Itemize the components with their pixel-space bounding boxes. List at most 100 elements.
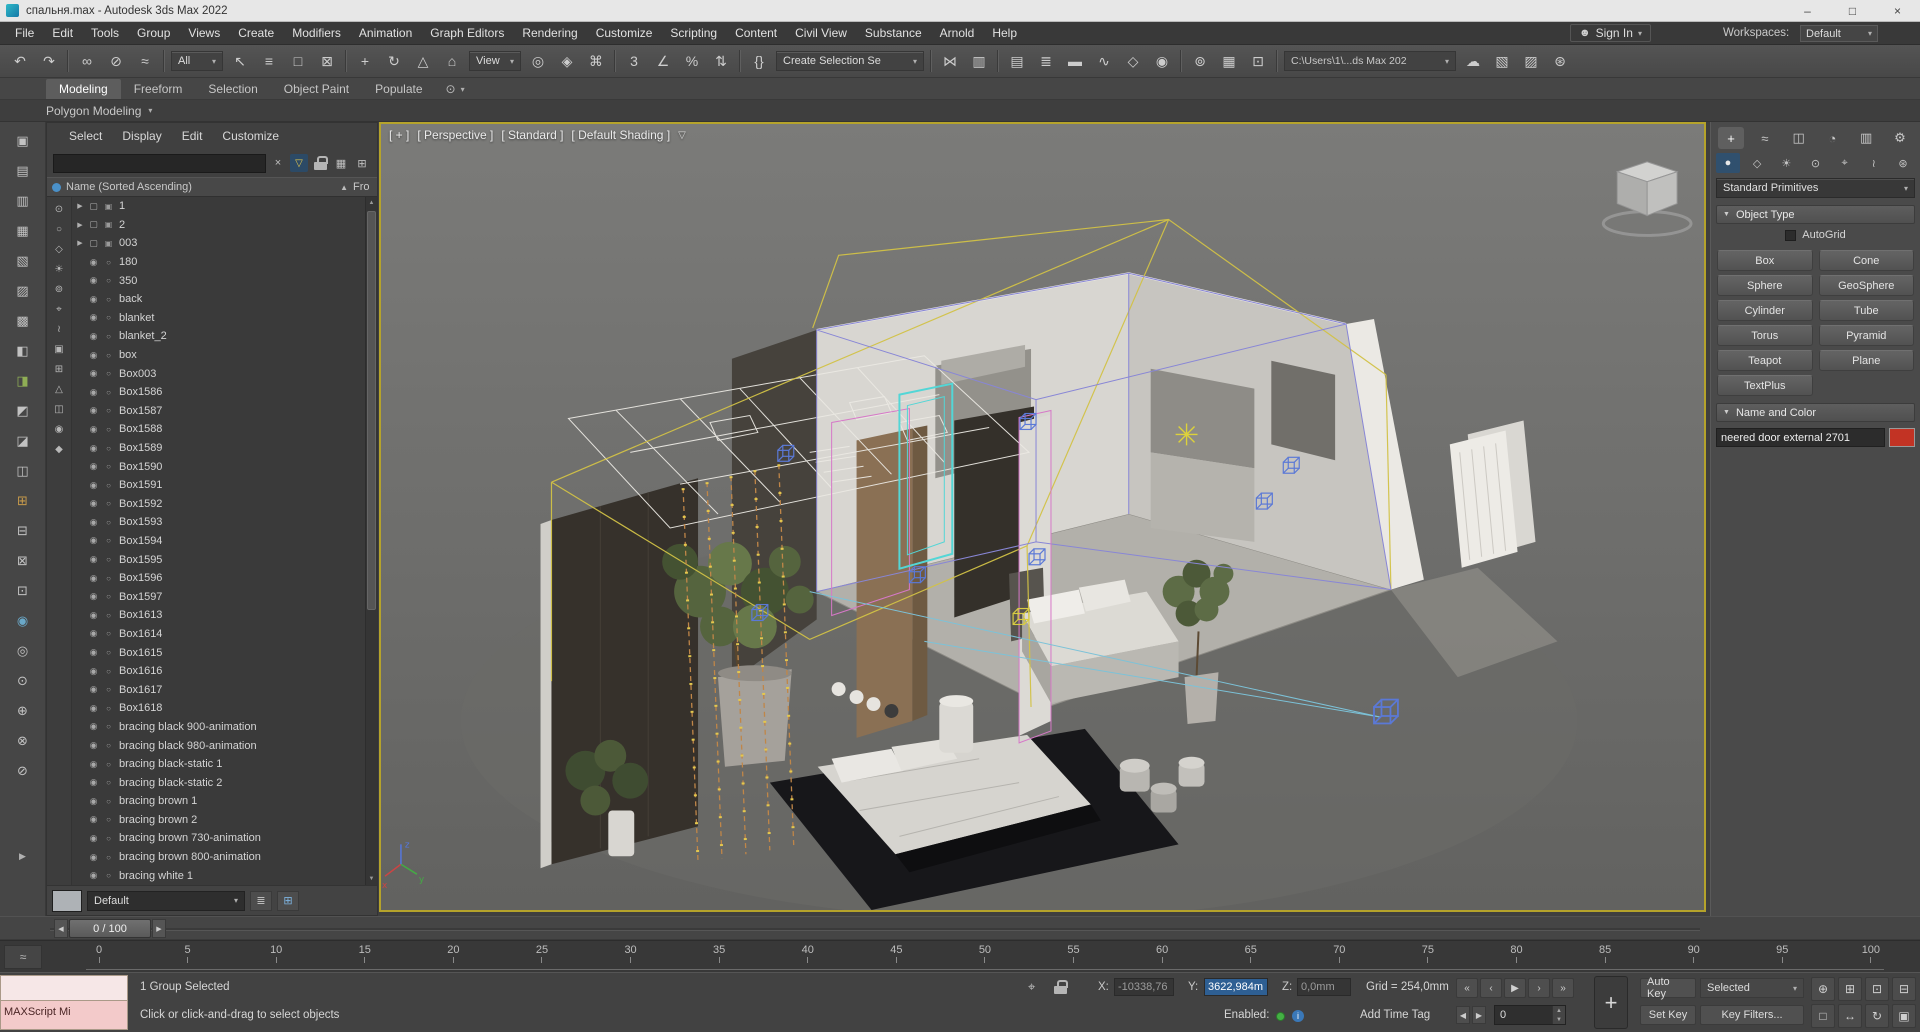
scroll-up-icon[interactable]: ▲ [366,197,377,209]
scene-object-row[interactable]: ◉○back [72,290,365,309]
dock-tool-icon-5[interactable]: ▧ [12,250,34,272]
isolate-selection-icon[interactable]: ⌖ [1028,979,1035,995]
visibility-eye-icon[interactable]: ◉ [87,870,100,881]
dock-tool-icon-16[interactable]: ⊡ [12,580,34,602]
scene-object-row[interactable]: ◉○Box1588 [72,420,365,439]
name-and-color-rollout[interactable]: ▼ Name and Color [1716,403,1915,422]
select-by-name-icon[interactable]: ≡ [255,48,283,74]
visibility-eye-icon[interactable]: ◉ [87,312,100,323]
select-and-move-icon[interactable]: + [351,48,379,74]
orbit-icon[interactable]: ↻ [1865,1004,1889,1028]
filter-containers-icon[interactable]: ◫ [51,401,68,417]
z-coordinate-field[interactable]: 0,0mm [1297,978,1351,996]
menu-tools[interactable]: Tools [82,23,128,43]
scene-object-row[interactable]: ◉○bracing brown 1 [72,792,365,811]
layer-color-swatch[interactable] [52,890,82,912]
menu-content[interactable]: Content [726,23,786,43]
visibility-eye-icon[interactable]: ◉ [87,703,100,714]
visibility-eye-icon[interactable]: ◉ [87,275,100,286]
explorer-menu-customize[interactable]: Customize [212,126,289,146]
add-time-tag[interactable]: Add Time Tag [1360,1009,1430,1021]
dock-tool-icon-20[interactable]: ⊕ [12,700,34,722]
scrollbar-thumb[interactable] [367,211,376,610]
dock-tool-icon-4[interactable]: ▦ [12,220,34,242]
scene-object-row[interactable]: ◉○blanket_2 [72,327,365,346]
modify-tab-icon[interactable]: ≈ [1752,127,1778,149]
ribbon-config-icon[interactable]: ⊙ [446,82,456,96]
filter-materials-icon[interactable]: ◉ [51,421,68,437]
render-production-icon[interactable]: ⊡ [1244,48,1272,74]
sphere-primitive-button[interactable]: Sphere [1717,275,1813,296]
visibility-eye-icon[interactable]: ◉ [87,610,100,621]
dock-tool-icon-19[interactable]: ⊙ [12,670,34,692]
auto-key-button[interactable]: Auto Key [1640,978,1696,998]
unlink-selection-icon[interactable]: ⊘ [102,48,130,74]
visibility-eye-icon[interactable]: ◉ [87,647,100,658]
filter-all-icon[interactable]: ⊙ [51,201,68,217]
arnold-render-icon[interactable]: ⊛ [1546,48,1574,74]
scene-object-row[interactable]: ◉○Box1590 [72,457,365,476]
set-keys-button[interactable]: + [1594,976,1628,1029]
align-icon[interactable]: ▥ [965,48,993,74]
cloud-render-icon[interactable]: ☁ [1459,48,1487,74]
keyboard-override-icon[interactable]: ⌘ [582,48,610,74]
tube-primitive-button[interactable]: Tube [1819,300,1915,321]
scene-object-row[interactable]: ◉○blanket [72,309,365,328]
menu-create[interactable]: Create [229,23,283,43]
menu-edit[interactable]: Edit [43,23,82,43]
filter-funnel-icon[interactable]: ▽ [290,154,308,172]
menu-file[interactable]: File [6,23,43,43]
scene-object-row[interactable]: ◉○bracing brown 730-animation [72,829,365,848]
group-icon[interactable]: ▢ [87,238,100,249]
column-filter-icon[interactable] [52,183,61,192]
close-button[interactable]: × [1875,0,1920,22]
filter-cameras-icon[interactable]: ⊚ [51,281,68,297]
filter-geometry-icon[interactable]: ○ [51,221,68,237]
sign-in-button[interactable]: ☻ Sign In ▾ [1570,24,1651,42]
menu-help[interactable]: Help [983,23,1026,43]
scene-object-row[interactable]: ◉○bracing black 980-animation [72,736,365,755]
box-primitive-button[interactable]: Box [1717,250,1813,271]
x-coordinate-field[interactable]: -10338,76 [1114,978,1174,996]
tab-modeling[interactable]: Modeling [46,79,121,99]
scene-object-row[interactable]: ◉○Box1596 [72,569,365,588]
visibility-eye-icon[interactable]: ◉ [87,443,100,454]
key-filters-button[interactable]: Key Filters... [1700,1005,1804,1025]
angle-snap-icon[interactable]: ∠ [649,48,677,74]
project-folder-field[interactable]: C:\Users\1\...ds Max 202▾ [1284,51,1456,71]
select-object-icon[interactable]: ↖ [226,48,254,74]
scene-object-row[interactable]: ◉○Box003 [72,364,365,383]
scene-object-row[interactable]: ◉○Box1614 [72,625,365,644]
ribbon-toggle-icon[interactable]: ▬ [1061,48,1089,74]
shapes-category-icon[interactable]: ◇ [1745,153,1769,173]
filter-xrefs-icon[interactable]: ⊞ [51,361,68,377]
play-button[interactable]: ▶ [1504,978,1526,998]
scene-object-row[interactable]: ▶▢▣1 [72,197,365,216]
maximize-button[interactable]: □ [1830,0,1875,22]
window-crossing-icon[interactable]: ⊠ [313,48,341,74]
visibility-eye-icon[interactable]: ◉ [87,852,100,863]
previous-frame-button[interactable]: ‹ [1480,978,1502,998]
dock-flyout-arrow-icon[interactable]: ▶ [19,851,26,862]
visibility-eye-icon[interactable]: ◉ [87,294,100,305]
dock-tool-icon-18[interactable]: ◎ [12,640,34,662]
selection-set-dropdown[interactable]: Selected ▾ [1700,978,1804,998]
visibility-eye-icon[interactable]: ◉ [87,684,100,695]
bind-to-space-warp-icon[interactable]: ≈ [131,48,159,74]
scene-object-row[interactable]: ◉○Box1589 [72,439,365,458]
key-step-forward-button[interactable]: ▶ [1472,1006,1486,1024]
clear-search-icon[interactable]: × [269,154,287,172]
menu-views[interactable]: Views [179,23,229,43]
zoom-extents-icon[interactable]: ⊡ [1865,977,1889,1001]
spinner-up-icon[interactable]: ▲ [1553,1006,1565,1015]
object-color-swatch[interactable] [1889,428,1915,447]
viewport-general-menu[interactable]: [ + ] [389,128,409,142]
explorer-column-header[interactable]: Name (Sorted Ascending) ▲ Fro [47,177,377,197]
select-and-manipulate-icon[interactable]: ◈ [553,48,581,74]
visibility-eye-icon[interactable]: ◉ [87,740,100,751]
visibility-eye-icon[interactable]: ◉ [87,554,100,565]
filter-selection-icon[interactable]: ◆ [51,441,68,457]
state-sets-icon[interactable]: ▧ [1488,48,1516,74]
visibility-eye-icon[interactable]: ◉ [87,498,100,509]
go-to-start-button[interactable]: « [1456,978,1478,998]
